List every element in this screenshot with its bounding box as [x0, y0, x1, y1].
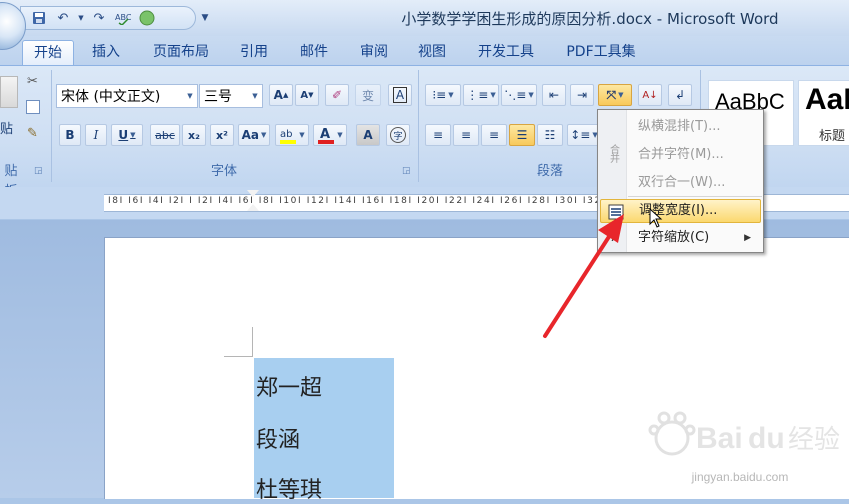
red-annotation-arrow — [543, 214, 624, 338]
